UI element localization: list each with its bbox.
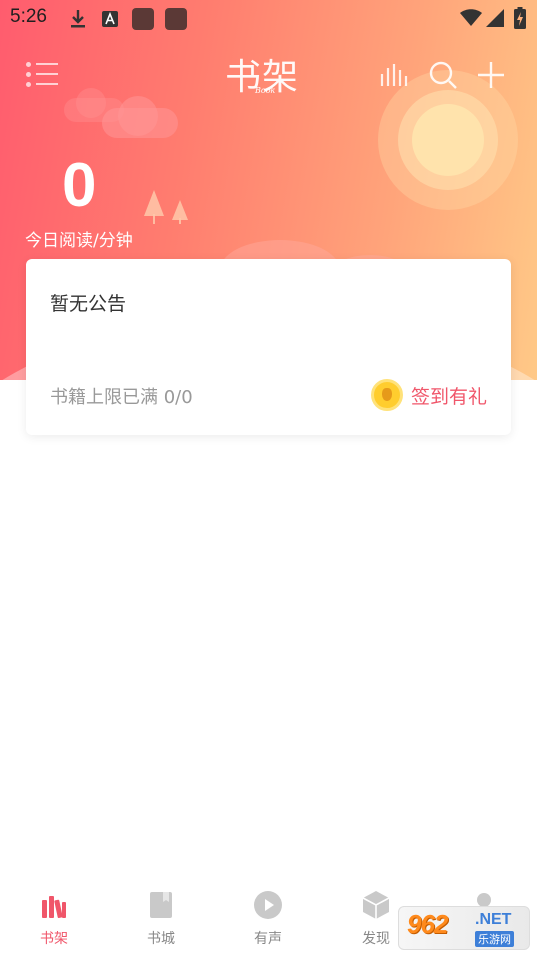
stats-bars-icon[interactable]: [378, 60, 408, 90]
app-notification-icon: [132, 8, 154, 30]
tab-audio[interactable]: 有声: [236, 890, 300, 948]
brand-logo: 书架 Book: [225, 48, 315, 100]
tree-trunk: [153, 214, 155, 224]
tab-bookshelf[interactable]: 书架: [22, 890, 86, 948]
tree-decoration: [144, 190, 164, 216]
keyboard-icon: [101, 10, 119, 32]
watermark-number: 962: [407, 909, 448, 939]
play-circle-icon: [253, 890, 283, 920]
status-bar: 5:26: [0, 0, 537, 36]
notice-card: 暂无公告 书籍上限已满 0/0 签到有礼: [26, 259, 511, 435]
book-icon: [146, 890, 176, 920]
search-icon[interactable]: [428, 60, 458, 90]
tab-bookstore-label: 书城: [147, 931, 175, 947]
wifi-icon: [460, 9, 482, 31]
cloud-decoration: [76, 88, 106, 118]
today-reading-label: 今日阅读/分钟: [25, 231, 133, 251]
tab-bookstore[interactable]: 书城: [129, 890, 193, 948]
sun-core: [412, 104, 484, 176]
tree-trunk: [179, 218, 181, 224]
status-time: 5:26: [10, 6, 47, 27]
cloud-decoration: [118, 96, 158, 136]
coin-icon: [370, 379, 403, 411]
tree-decoration: [172, 200, 188, 220]
watermark-site: 乐游网: [475, 931, 514, 947]
watermark-net: .NET: [475, 911, 512, 928]
bookshelf-icon: [39, 890, 69, 920]
menu-list-icon[interactable]: [26, 62, 58, 88]
signin-reward-label: 签到有礼: [410, 385, 487, 408]
tab-audio-label: 有声: [254, 931, 282, 947]
app-notification-icon: [165, 8, 187, 30]
book-limit-text: 书籍上限已满 0/0: [50, 387, 193, 408]
site-watermark: 962 .NET 乐游网: [398, 906, 530, 950]
cube-icon: [361, 890, 391, 920]
signal-icon: [486, 9, 504, 31]
tab-bookshelf-label: 书架: [40, 931, 68, 947]
battery-icon: [514, 7, 526, 33]
today-reading-minutes: 0: [62, 151, 97, 220]
signin-reward-button[interactable]: 签到有礼: [370, 379, 487, 411]
add-icon[interactable]: [476, 60, 506, 90]
notice-text[interactable]: 暂无公告: [50, 289, 126, 316]
brand-subtitle: Book: [255, 86, 276, 95]
download-icon: [68, 8, 88, 34]
